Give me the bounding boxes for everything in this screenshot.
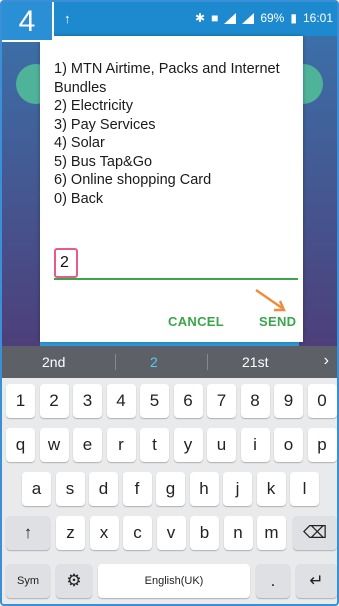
- bottom-letter-row: ↑ ⌫ zxcvbnm: [6, 516, 337, 552]
- battery-icon: ▮: [290, 11, 297, 25]
- suggestion-item[interactable]: 2nd: [42, 354, 65, 370]
- menu-item: 3) Pay Services: [54, 116, 156, 133]
- key-a[interactable]: a: [22, 472, 51, 506]
- key-y[interactable]: y: [173, 428, 203, 462]
- key-k[interactable]: k: [256, 472, 286, 506]
- key-2[interactable]: 2: [39, 384, 69, 418]
- suggestion-divider: [115, 354, 116, 370]
- key-5[interactable]: 5: [140, 384, 169, 418]
- enter-icon: ↵: [309, 571, 324, 590]
- key-w[interactable]: w: [39, 428, 69, 462]
- upload-icon: ↑: [64, 11, 71, 26]
- key-g[interactable]: g: [156, 472, 185, 506]
- key-o[interactable]: o: [274, 428, 303, 462]
- key-7[interactable]: 7: [207, 384, 236, 418]
- menu-item: 1) MTN Airtime, Packs and Internet Bundl…: [54, 61, 280, 96]
- sym-key[interactable]: Sym: [6, 564, 50, 598]
- menu-item: 6) Online shopping Card: [54, 172, 212, 188]
- key-v[interactable]: v: [156, 516, 186, 550]
- signal-icon: [224, 12, 237, 24]
- key-0[interactable]: 0: [307, 384, 337, 418]
- phone-screen: 4 ↑ ✱ ■ 69% ▮ 16:01 1) MTN Airtime, Pack…: [0, 0, 339, 606]
- key-h[interactable]: h: [189, 472, 219, 506]
- arrow-pointer-icon: [255, 289, 286, 312]
- menu-item: 2) Electricity: [54, 98, 133, 114]
- menu-item: 4) Solar: [54, 135, 105, 151]
- key-8[interactable]: 8: [240, 384, 270, 418]
- key-s[interactable]: s: [55, 472, 85, 506]
- menu-item: 5) Bus Tap&Go: [54, 153, 153, 170]
- ussd-menu: 1) MTN Airtime, Packs and Internet Bundl…: [54, 60, 296, 208]
- chevron-right-icon[interactable]: ›: [324, 352, 329, 370]
- key-6[interactable]: 6: [173, 384, 203, 418]
- suggestion-divider: [207, 354, 208, 370]
- reply-input-field[interactable]: 2: [54, 248, 298, 280]
- key-x[interactable]: x: [89, 516, 119, 550]
- key-l[interactable]: l: [290, 472, 319, 506]
- key-p[interactable]: p: [307, 428, 337, 462]
- key-n[interactable]: n: [223, 516, 253, 550]
- period-key[interactable]: .: [256, 564, 290, 598]
- key-i[interactable]: i: [240, 428, 270, 462]
- clock: 16:01: [302, 11, 333, 25]
- keyboard: 2nd 2 21st › 1234567890 qwertyuiop asdfg…: [2, 346, 337, 604]
- backspace-key[interactable]: ⌫: [293, 516, 337, 550]
- ussd-dialog: 1) MTN Airtime, Packs and Internet Bundl…: [40, 36, 303, 342]
- bluetooth-icon: ✱: [195, 11, 206, 25]
- key-t[interactable]: t: [140, 428, 169, 462]
- signal-2-icon: [242, 12, 255, 24]
- suggestion-item[interactable]: 21st: [242, 354, 268, 370]
- number-row: 1234567890: [6, 384, 337, 420]
- settings-key[interactable]: ⚙: [56, 564, 92, 598]
- function-row: Sym ⚙ English(UK) . ↵: [6, 564, 337, 600]
- top-letter-row: qwertyuiop: [6, 428, 337, 464]
- menu-item: 0) Back: [54, 190, 104, 207]
- key-c[interactable]: c: [123, 516, 152, 550]
- sim-icon: ■: [211, 11, 219, 25]
- key-e[interactable]: e: [73, 428, 102, 462]
- cancel-button[interactable]: CANCEL: [168, 314, 224, 329]
- battery-percent: 69%: [260, 11, 285, 25]
- middle-letter-row: asdfghjkl: [6, 472, 337, 508]
- backspace-icon: ⌫: [302, 523, 328, 542]
- reply-input-value[interactable]: 2: [54, 248, 78, 278]
- shift-key[interactable]: ↑: [6, 516, 50, 550]
- key-d[interactable]: d: [89, 472, 118, 506]
- key-r[interactable]: r: [106, 428, 136, 462]
- suggestion-bar: 2nd 2 21st ›: [2, 346, 337, 378]
- key-m[interactable]: m: [257, 516, 286, 550]
- key-9[interactable]: 9: [274, 384, 303, 418]
- key-b[interactable]: b: [190, 516, 219, 550]
- key-1[interactable]: 1: [6, 384, 35, 418]
- key-f[interactable]: f: [122, 472, 152, 506]
- send-button[interactable]: SEND: [259, 314, 296, 329]
- gear-icon: ⚙: [66, 571, 82, 590]
- step-badge: 4: [2, 2, 54, 42]
- key-u[interactable]: u: [207, 428, 236, 462]
- shift-icon: ↑: [23, 523, 33, 542]
- status-indicators: ✱ ■ 69% ▮ 16:01: [195, 11, 333, 25]
- key-q[interactable]: q: [6, 428, 35, 462]
- suggestion-item[interactable]: 2: [150, 354, 158, 370]
- key-4[interactable]: 4: [106, 384, 136, 418]
- enter-key[interactable]: ↵: [296, 564, 337, 598]
- key-z[interactable]: z: [56, 516, 85, 550]
- key-j[interactable]: j: [223, 472, 252, 506]
- key-3[interactable]: 3: [73, 384, 102, 418]
- space-key[interactable]: English(UK): [98, 564, 250, 598]
